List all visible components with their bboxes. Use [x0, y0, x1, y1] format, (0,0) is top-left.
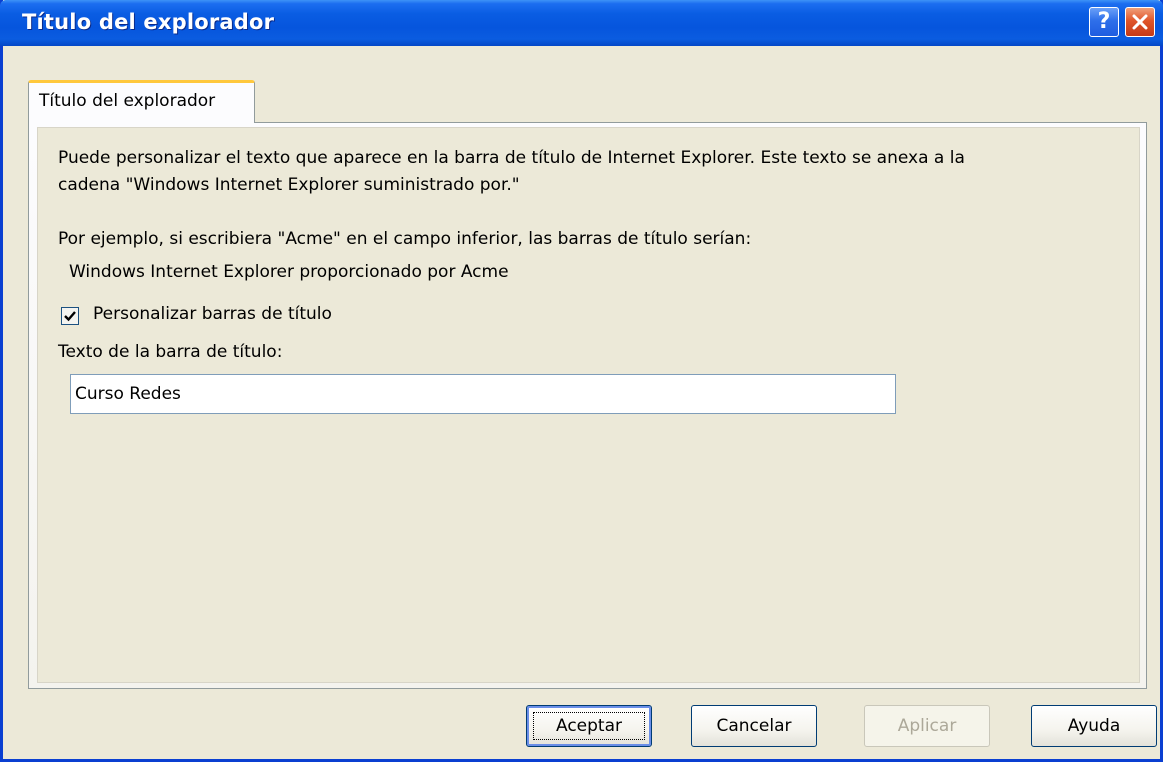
field-label: Texto de la barra de título: [58, 342, 283, 362]
help-button-label: Ayuda [1067, 716, 1121, 736]
title-bar[interactable]: Título del explorador ? [0, 0, 1163, 46]
close-button[interactable] [1125, 7, 1155, 37]
focus-rect [533, 712, 645, 740]
tab-browser-title[interactable]: Título del explorador [28, 80, 255, 123]
tab-label: Título del explorador [39, 91, 216, 111]
help-button[interactable]: Ayuda [1031, 705, 1157, 747]
cancel-button[interactable]: Cancelar [691, 705, 817, 747]
close-icon [1132, 14, 1148, 30]
cancel-button-label: Cancelar [716, 716, 792, 736]
dialog-window: Título del explorador ? Título del explo… [0, 0, 1163, 762]
help-icon: ? [1097, 9, 1111, 34]
apply-button[interactable]: Aplicar [864, 705, 990, 747]
window-title: Título del explorador [22, 10, 275, 34]
checkmark-icon [64, 311, 76, 322]
apply-button-label: Aplicar [897, 716, 957, 736]
ok-button[interactable]: Aceptar [526, 705, 652, 747]
description-line-1: Puede personalizar el texto que aparece … [58, 148, 965, 168]
description-line-2: cadena "Windows Internet Explorer sumini… [58, 175, 520, 195]
titlebar-text-input[interactable] [70, 374, 896, 414]
example-result: Windows Internet Explorer proporcionado … [69, 262, 509, 282]
help-title-button[interactable]: ? [1089, 7, 1119, 37]
example-intro: Por ejemplo, si escribiera "Acme" en el … [58, 229, 752, 249]
customize-titlebar-checkbox[interactable] [61, 307, 79, 325]
checkbox-label[interactable]: Personalizar barras de título [93, 304, 332, 324]
